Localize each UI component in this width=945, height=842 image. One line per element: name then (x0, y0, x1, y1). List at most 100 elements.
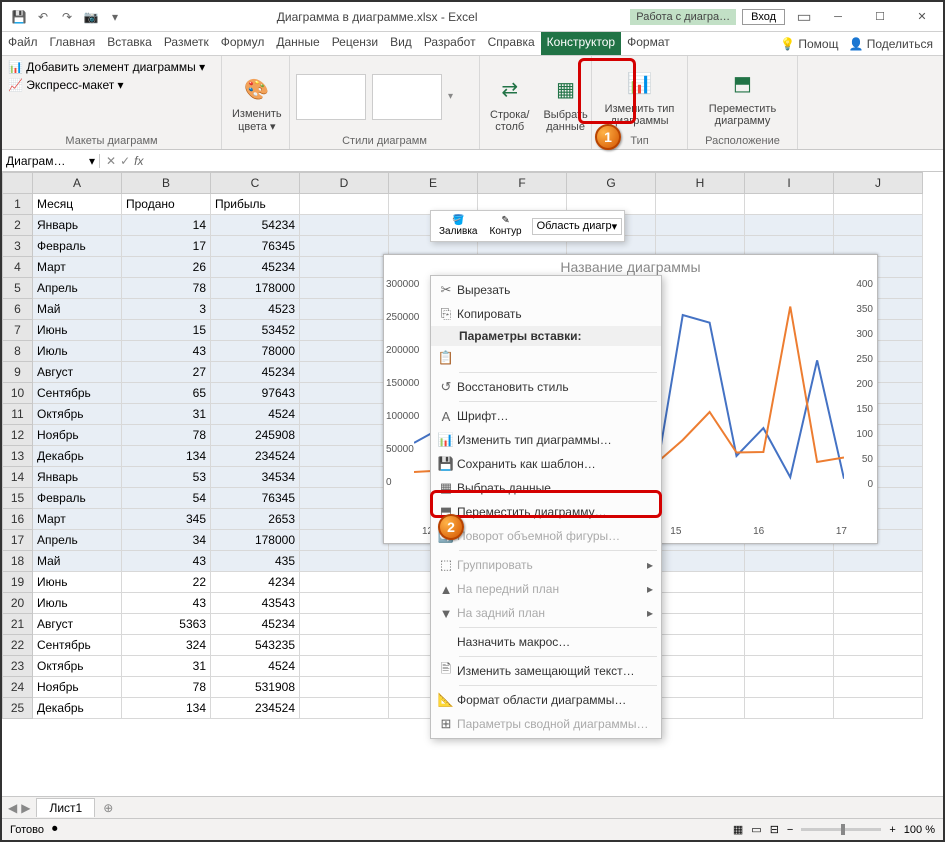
col-header[interactable]: C (211, 173, 300, 194)
tab-review[interactable]: Рецензи (326, 32, 384, 55)
row-header[interactable]: 9 (3, 362, 33, 383)
row-header[interactable]: 16 (3, 509, 33, 530)
row-header[interactable]: 15 (3, 488, 33, 509)
sheet-nav-next-icon[interactable]: ▶ (21, 801, 30, 815)
row-header[interactable]: 3 (3, 236, 33, 257)
row-header[interactable]: 11 (3, 404, 33, 425)
tab-view[interactable]: Вид (384, 32, 418, 55)
share-button[interactable]: 👤 Поделиться (848, 37, 933, 51)
zoom-out-button[interactable]: − (787, 824, 793, 836)
redo-icon[interactable]: ↷ (58, 8, 76, 26)
col-header[interactable]: F (478, 173, 567, 194)
minimize-button[interactable]: ─ (817, 2, 859, 32)
row-header[interactable]: 6 (3, 299, 33, 320)
styles-more-icon[interactable]: ▾ (448, 91, 453, 102)
ctx-format-area[interactable]: 📐Формат области диаграммы… (431, 688, 661, 712)
row-header[interactable]: 4 (3, 257, 33, 278)
qat-dropdown-icon[interactable]: ▾ (106, 8, 124, 26)
switch-row-col-button[interactable]: ⇄Строка/столб (486, 71, 533, 135)
row-header[interactable]: 5 (3, 278, 33, 299)
row-header[interactable]: 21 (3, 614, 33, 635)
chart-title[interactable]: Название диаграммы (384, 255, 877, 275)
view-pagebreak-icon[interactable]: ⊟ (770, 823, 779, 836)
ctx-change-type[interactable]: 📊Изменить тип диаграммы… (431, 428, 661, 452)
fx-icon[interactable]: fx (134, 154, 143, 168)
quick-layout-button[interactable]: 📈 Экспресс-макет ▾ (8, 78, 124, 92)
row-header[interactable]: 7 (3, 320, 33, 341)
maximize-button[interactable]: ☐ (859, 2, 901, 32)
chart-style-2[interactable] (372, 74, 442, 120)
save-icon[interactable]: 💾 (10, 8, 28, 26)
ribbon-options-icon[interactable]: ▭ (791, 7, 817, 27)
row-header[interactable]: 24 (3, 677, 33, 698)
row-header[interactable]: 1 (3, 194, 33, 215)
row-header[interactable]: 8 (3, 341, 33, 362)
row-header[interactable]: 25 (3, 698, 33, 719)
ctx-save-template[interactable]: 💾Сохранить как шаблон… (431, 452, 661, 476)
view-normal-icon[interactable]: ▦ (733, 823, 743, 836)
cancel-icon[interactable]: ✕ (106, 154, 116, 168)
group-icon: ⬚ (435, 557, 457, 573)
row-header[interactable]: 2 (3, 215, 33, 236)
tell-me-button[interactable]: 💡 Помощ (780, 37, 838, 51)
camera-icon[interactable]: 📷 (82, 8, 100, 26)
ctx-assign-macro[interactable]: Назначить макрос… (431, 630, 661, 654)
tab-developer[interactable]: Разработ (418, 32, 482, 55)
chart-element-selector[interactable]: Область диагр ▾ (532, 218, 623, 235)
sheet-tab-1[interactable]: Лист1 (36, 798, 95, 817)
ctx-cut[interactable]: ✂Вырезать (431, 278, 661, 302)
outline-button[interactable]: ✎Контур (484, 213, 528, 239)
row-header[interactable]: 22 (3, 635, 33, 656)
undo-icon[interactable]: ↶ (34, 8, 52, 26)
macro-record-icon[interactable]: ⏺ (52, 823, 58, 836)
row-header[interactable]: 14 (3, 467, 33, 488)
row-header[interactable]: 10 (3, 383, 33, 404)
row-header[interactable]: 17 (3, 530, 33, 551)
view-pagelayout-icon[interactable]: ▭ (751, 823, 761, 836)
tab-insert[interactable]: Вставка (101, 32, 158, 55)
row-header[interactable]: 12 (3, 425, 33, 446)
namebox-dropdown-icon[interactable]: ▾ (89, 154, 95, 168)
row-header[interactable]: 23 (3, 656, 33, 677)
col-header[interactable]: G (567, 173, 656, 194)
zoom-slider[interactable] (801, 828, 881, 831)
col-header[interactable]: A (33, 173, 122, 194)
tab-file[interactable]: Файл (2, 32, 44, 55)
add-sheet-button[interactable]: ⊕ (95, 801, 121, 815)
zoom-level[interactable]: 100 % (904, 824, 935, 836)
zoom-in-button[interactable]: + (889, 824, 895, 836)
select-all-corner[interactable] (3, 173, 33, 194)
col-header[interactable]: B (122, 173, 211, 194)
tab-format[interactable]: Формат (621, 32, 676, 55)
sheet-nav-prev-icon[interactable]: ◀ (8, 801, 17, 815)
tab-data[interactable]: Данные (270, 32, 325, 55)
ctx-reset-style[interactable]: ↺Восстановить стиль (431, 375, 661, 399)
tab-design[interactable]: Конструктор (541, 32, 621, 55)
name-box[interactable]: Диаграм…▾ (2, 154, 100, 168)
enter-icon[interactable]: ✓ (120, 154, 130, 168)
add-chart-element-button[interactable]: 📊 Добавить элемент диаграммы ▾ (8, 60, 205, 74)
ctx-alt-text[interactable]: 🖹Изменить замещающий текст… (431, 659, 661, 683)
row-header[interactable]: 19 (3, 572, 33, 593)
row-header[interactable]: 20 (3, 593, 33, 614)
col-header[interactable]: H (656, 173, 745, 194)
row-header[interactable]: 18 (3, 551, 33, 572)
col-header[interactable]: I (745, 173, 834, 194)
ctx-font[interactable]: AШрифт… (431, 404, 661, 428)
col-header[interactable]: D (300, 173, 389, 194)
col-header[interactable]: E (389, 173, 478, 194)
sign-in-button[interactable]: Вход (742, 9, 785, 25)
move-chart-button[interactable]: ⬒Переместить диаграмму (694, 65, 791, 129)
col-header[interactable]: J (834, 173, 923, 194)
tab-home[interactable]: Главная (44, 32, 102, 55)
row-header[interactable]: 13 (3, 446, 33, 467)
tab-formulas[interactable]: Формул (215, 32, 271, 55)
tab-help[interactable]: Справка (482, 32, 541, 55)
spreadsheet-grid[interactable]: ABCDEFGHIJ 1МесяцПроданоПрибыль2Январь14… (2, 172, 943, 719)
change-colors-button[interactable]: 🎨Изменить цвета ▾ (228, 70, 286, 135)
close-button[interactable]: ✕ (901, 2, 943, 32)
fill-button[interactable]: 🪣Заливка (433, 213, 484, 239)
tab-layout[interactable]: Разметк (158, 32, 215, 55)
ctx-copy[interactable]: ⎘Копировать (431, 302, 661, 326)
chart-style-1[interactable] (296, 74, 366, 120)
